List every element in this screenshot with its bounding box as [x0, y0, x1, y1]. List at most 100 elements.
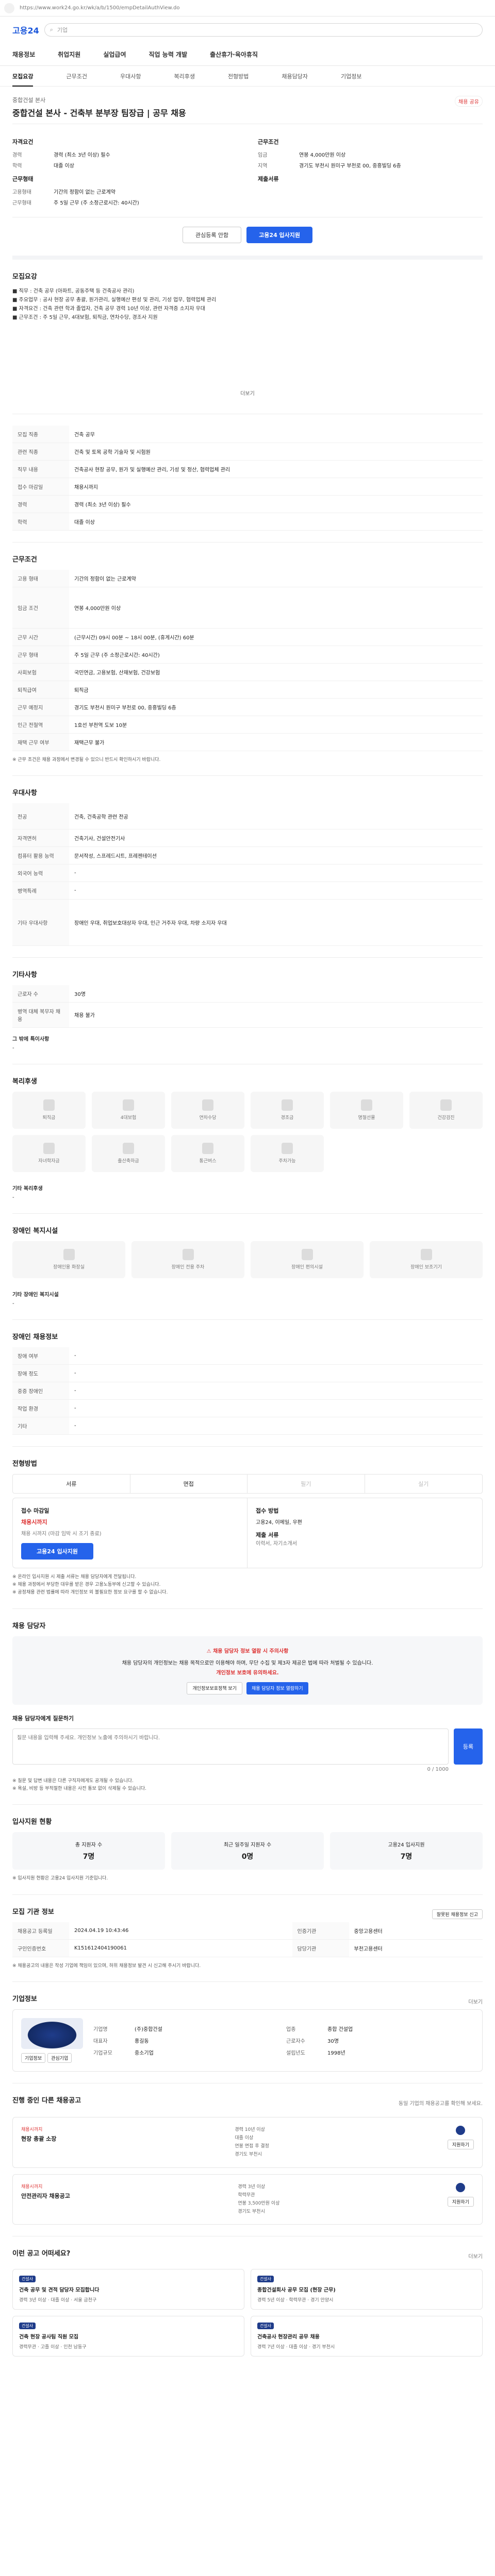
apply-docs-value: 이력서, 자기소개서: [256, 1540, 297, 1547]
company-info-button[interactable]: 기업정보: [21, 2053, 46, 2063]
table-key: 사회보험: [12, 663, 69, 681]
scrap-button[interactable]: 관심등록 안함: [182, 227, 242, 243]
work-section: 근무조건 고용 형태 기간의 정함이 없는 근로계약 임금 조건 연봉 4,000만…: [12, 543, 483, 776]
other-job-card[interactable]: 채용시까지 안전관리자 채용공고 경력 3년 이상 학력무관 연봉 3,500만…: [12, 2174, 483, 2225]
table-key: 병역특례: [12, 882, 69, 900]
table-key: 인증기관: [292, 1922, 349, 1940]
recommend-title[interactable]: 건축공사 현장관리 공무 채용: [257, 2332, 476, 2340]
recommend-meta: 경력 7년 이상 · 대졸 이상 · 경기 부천시: [257, 2345, 335, 2350]
recommend-card[interactable]: 건설사 건축 현장 공사팀 직원 모집 경력무관 · 고졸 이상 · 인천 남동구: [12, 2316, 244, 2357]
welfare-item: 출산축하금: [92, 1134, 165, 1172]
other-job-apply-button[interactable]: 지원하기: [447, 2196, 474, 2207]
section-title: 장애인 복지시설: [12, 1227, 58, 1235]
apply-deadline-sub: 채용 시까지 (마감 임박 시 조기 종료): [21, 1531, 102, 1537]
apply-method-value: 고용24: [256, 1519, 272, 1526]
tab-welfare[interactable]: 복리후생: [174, 72, 194, 80]
company-logo-wrap: 기업정보 관심기업: [21, 2018, 83, 2063]
job-title: 중합건설 본사 - 건축부 분부장 팀장급 | 공무 채용: [12, 108, 186, 118]
address-bar[interactable]: https://www.work24.go.kr/wk/a/b/1500/emp…: [20, 5, 179, 11]
other-job-name[interactable]: 현장 총괄 소장: [21, 2134, 56, 2143]
summary-heading: 자격요건: [12, 139, 34, 145]
warning-icon: ⚠: [206, 1648, 213, 1654]
summary-value: 대졸 이상: [54, 163, 74, 169]
prefer-table: 전공 건축, 건축공학 관련 전공 자격면허 건축기사, 건설안전기사 컴퓨터 활용…: [12, 803, 483, 946]
recommend-title[interactable]: 종합건설회사 공무 모집 (현장 근무): [257, 2285, 476, 2293]
work-table: 고용 형태 기간의 정함이 없는 근로계약 임금 조건 연봉 4,000만원 이상 …: [12, 570, 483, 751]
nav-item[interactable]: 출산휴가·육아휴직: [210, 50, 258, 59]
brand-logo[interactable]: 고용24: [12, 24, 39, 36]
privacy-policy-button[interactable]: 개인정보보호정책 보기: [187, 1682, 242, 1694]
disabled-req-section: 장애인 채용정보 장애 여부 - 장애 정도 - 중증 장애인 - 작업 환경 - 기타…: [12, 1320, 483, 1447]
other-job-apply-button[interactable]: 지원하기: [447, 2139, 474, 2149]
recommend-card[interactable]: 건설사 건축공사 현장관리 공무 채용 경력 7년 이상 · 대졸 이상 · 경기 …: [251, 2316, 483, 2357]
tab-work[interactable]: 근무조건: [66, 72, 87, 80]
tab-recruit[interactable]: 모집요강: [12, 72, 34, 87]
recruit-section: 모집요강 ■ 직무 : 건축 공무 (아파트, 공동주택 등 건축공사 관리) …: [12, 260, 483, 414]
welfare-label: 출산축하금: [118, 1159, 139, 1164]
nav-item[interactable]: 직업 능력 개발: [149, 50, 188, 59]
welfare-section: 복리후생 퇴직금 4대보험 연차수당 경조금 명절선물 건강검진 자녀학자금 출…: [12, 1064, 483, 1214]
table-value: -: [69, 1399, 483, 1417]
welfare-label: 자녀학자금: [38, 1159, 60, 1164]
more-button[interactable]: 더보기: [12, 384, 483, 397]
welfare-item: 경조금: [251, 1091, 324, 1129]
search-input[interactable]: ⌕ 기업: [44, 23, 483, 37]
section-title: 우대사항: [12, 789, 37, 798]
share-button[interactable]: 채용 공유: [455, 96, 483, 107]
report-button[interactable]: 잘못된 채용정보 신고: [432, 1909, 483, 1919]
process-section: 전형방법 서류 면접 필기 실기 접수 마감일 채용시까지 채용 시까지 (마감…: [12, 1447, 483, 1609]
table-row: 근무 예정지 경기도 부천시 원미구 부천로 00, 중흥빌딩 6층: [12, 698, 483, 716]
company-favorite-button[interactable]: 관심기업: [47, 2053, 72, 2063]
table-value: -: [69, 1417, 483, 1435]
extra-section: 기타사항 근로자 수 30명 병역 대체 복무자 채용 채용 불가 그 밖에 특이사…: [12, 958, 483, 1064]
recruit-line: ■ 직무 : 건축 공무 (아파트, 공동주택 등 건축공사 관리): [12, 289, 135, 294]
site-favicon-icon: [4, 3, 14, 13]
tab-process[interactable]: 전형방법: [228, 72, 249, 80]
company-value: 30명: [327, 2038, 339, 2044]
other-job-tag: 채용시까지: [21, 2184, 43, 2190]
view-contact-button[interactable]: 채용 담당자 정보 열람하기: [246, 1682, 308, 1694]
nav-item[interactable]: 채용정보: [12, 50, 35, 59]
qa-input[interactable]: [12, 1728, 449, 1765]
nav-item[interactable]: 실업급여: [103, 50, 126, 59]
table-key: 장애 여부: [12, 1347, 69, 1365]
disabled-label: 장애인 전용 주차: [171, 1265, 205, 1270]
welfare-icon: [123, 1143, 134, 1155]
other-job-action: 지원하기: [447, 2182, 474, 2207]
recommend-title[interactable]: 건축 현장 공사팀 직원 모집: [19, 2332, 238, 2340]
tab-company[interactable]: 기업정보: [341, 72, 361, 80]
table-key: 기타 우대사항: [12, 899, 69, 946]
company-key: 업종: [286, 2026, 296, 2032]
stat-label: 최근 일주일 지원자 수: [223, 1842, 272, 1849]
tab-prefer[interactable]: 우대사항: [120, 72, 141, 80]
other-job-info: 채용시까지 안전관리자 채용공고: [21, 2183, 70, 2200]
table-key: 근무 시간: [12, 628, 69, 646]
apply-button[interactable]: 고용24 입사지원: [246, 227, 313, 243]
other-job-card[interactable]: 채용시까지 현장 총괄 소장 경력 10년 이상 대졸 이상 연봉 면접 후 결…: [12, 2116, 483, 2168]
qa-submit-button[interactable]: 등록: [454, 1728, 483, 1765]
table-row: 인근 전철역 1호선 부천역 도보 10분: [12, 716, 483, 734]
welfare-item: 통근버스: [171, 1134, 244, 1172]
recommend-title[interactable]: 건축 공무 및 견적 담당자 모집합니다: [19, 2285, 238, 2293]
accessibility-icon: [301, 1249, 313, 1261]
welfare-label: 퇴직금: [42, 1115, 56, 1121]
tab-contact[interactable]: 채용담당자: [282, 72, 308, 80]
recruit-line: ■ 근무조건 : 주 5일 근무, 4대보험, 퇴직금, 연차수당, 경조사 지…: [12, 315, 158, 320]
recommend-card[interactable]: 건설사 종합건설회사 공무 모집 (현장 근무) 경력 5년 이상 · 학력무관 ·…: [251, 2269, 483, 2310]
recommend-more-link[interactable]: 더보기: [468, 2252, 483, 2260]
other-job-name[interactable]: 안전관리자 채용공고: [21, 2192, 70, 2200]
nav-item[interactable]: 취업지원: [58, 50, 80, 59]
table-row: 외국어 능력 -: [12, 864, 483, 882]
table-row: 컴퓨터 활용 능력 문서작성, 스프레드시트, 프레젠테이션: [12, 846, 483, 865]
other-job-meta: 경력 3년 이상 학력무관 연봉 3,500만원 이상 경기도 부천시: [238, 2183, 279, 2216]
recommend-grid: 건설사 건축 공무 및 견적 담당자 모집합니다 경력 3년 이상 · 대졸 이상 …: [12, 2269, 483, 2357]
apply-deadline: 접수 마감일 채용시까지 채용 시까지 (마감 임박 시 조기 종료) 고용24…: [13, 1498, 248, 1568]
company-tag: 건설사: [257, 2276, 274, 2283]
company-more-link[interactable]: 더보기: [468, 1997, 483, 2005]
recruit-table-section: 모집 직종 건축 공무 관련 직종 건축 및 토목 공학 기술자 및 시험원 직무 …: [12, 414, 483, 543]
extra-sub: 그 밖에 특이사항 -: [12, 1035, 483, 1053]
disabled-section: 장애인 복지시설 장애인용 화장실 장애인 전용 주차 장애인 편의시설 장애인…: [12, 1214, 483, 1320]
apply-button-secondary[interactable]: 고용24 입사지원: [21, 1543, 93, 1560]
qa-count: 0 / 1000: [427, 1766, 449, 1772]
recommend-card[interactable]: 건설사 건축 공무 및 견적 담당자 모집합니다 경력 3년 이상 · 대졸 이상 …: [12, 2269, 244, 2310]
